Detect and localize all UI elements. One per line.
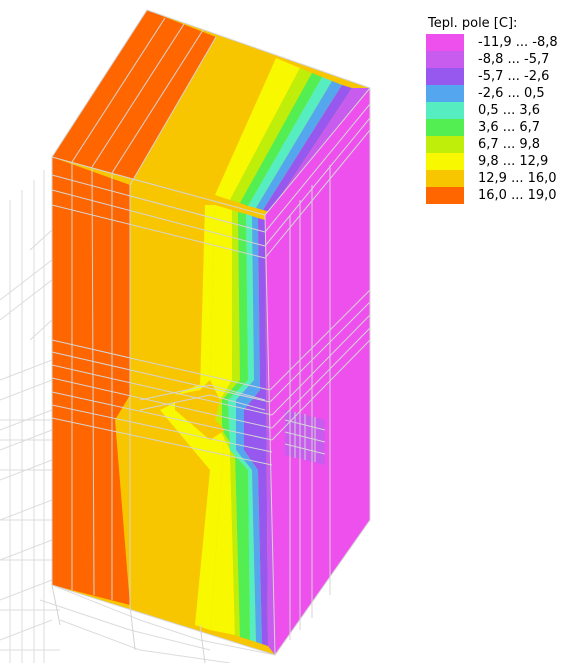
legend: Tepl. pole [C]: -11,9 ... -8,8 -8,8 ... -… bbox=[426, 14, 576, 204]
legend-label: -11,9 ... -8,8 bbox=[478, 35, 558, 50]
legend-swatch bbox=[426, 34, 464, 51]
legend-swatch bbox=[426, 68, 464, 85]
legend-rows: -11,9 ... -8,8 -8,8 ... -5,7 -5,7 ... -2,6… bbox=[426, 34, 576, 204]
legend-swatch bbox=[426, 119, 464, 136]
legend-item: 0,5 ... 3,6 bbox=[426, 102, 576, 119]
front-face bbox=[52, 157, 275, 655]
legend-item: 6,7 ... 9,8 bbox=[426, 136, 576, 153]
legend-label: 16,0 ... 19,0 bbox=[478, 188, 557, 203]
legend-label: 6,7 ... 9,8 bbox=[478, 137, 541, 152]
legend-swatch bbox=[426, 85, 464, 102]
legend-label: -2,6 ... 0,5 bbox=[478, 86, 545, 101]
legend-label: -8,8 ... -5,7 bbox=[478, 52, 550, 67]
legend-swatch bbox=[426, 187, 464, 204]
legend-label: 12,9 ... 16,0 bbox=[478, 171, 557, 186]
legend-item: 16,0 ... 19,0 bbox=[426, 187, 576, 204]
legend-swatch bbox=[426, 170, 464, 187]
legend-item: 3,6 ... 6,7 bbox=[426, 119, 576, 136]
legend-item: -8,8 ... -5,7 bbox=[426, 51, 576, 68]
legend-swatch bbox=[426, 51, 464, 68]
legend-item: -11,9 ... -8,8 bbox=[426, 34, 576, 51]
legend-label: 0,5 ... 3,6 bbox=[478, 103, 541, 118]
legend-title: Tepl. pole [C]: bbox=[428, 16, 518, 31]
legend-swatch bbox=[426, 136, 464, 153]
legend-swatch bbox=[426, 153, 464, 170]
legend-label: 9,8 ... 12,9 bbox=[478, 154, 549, 169]
legend-label: -5,7 ... -2,6 bbox=[478, 69, 550, 84]
legend-item: -5,7 ... -2,6 bbox=[426, 68, 576, 85]
legend-label: 3,6 ... 6,7 bbox=[478, 120, 541, 135]
legend-item: 9,8 ... 12,9 bbox=[426, 153, 576, 170]
legend-item: 12,9 ... 16,0 bbox=[426, 170, 576, 187]
legend-swatch bbox=[426, 102, 464, 119]
legend-item: -2,6 ... 0,5 bbox=[426, 85, 576, 102]
